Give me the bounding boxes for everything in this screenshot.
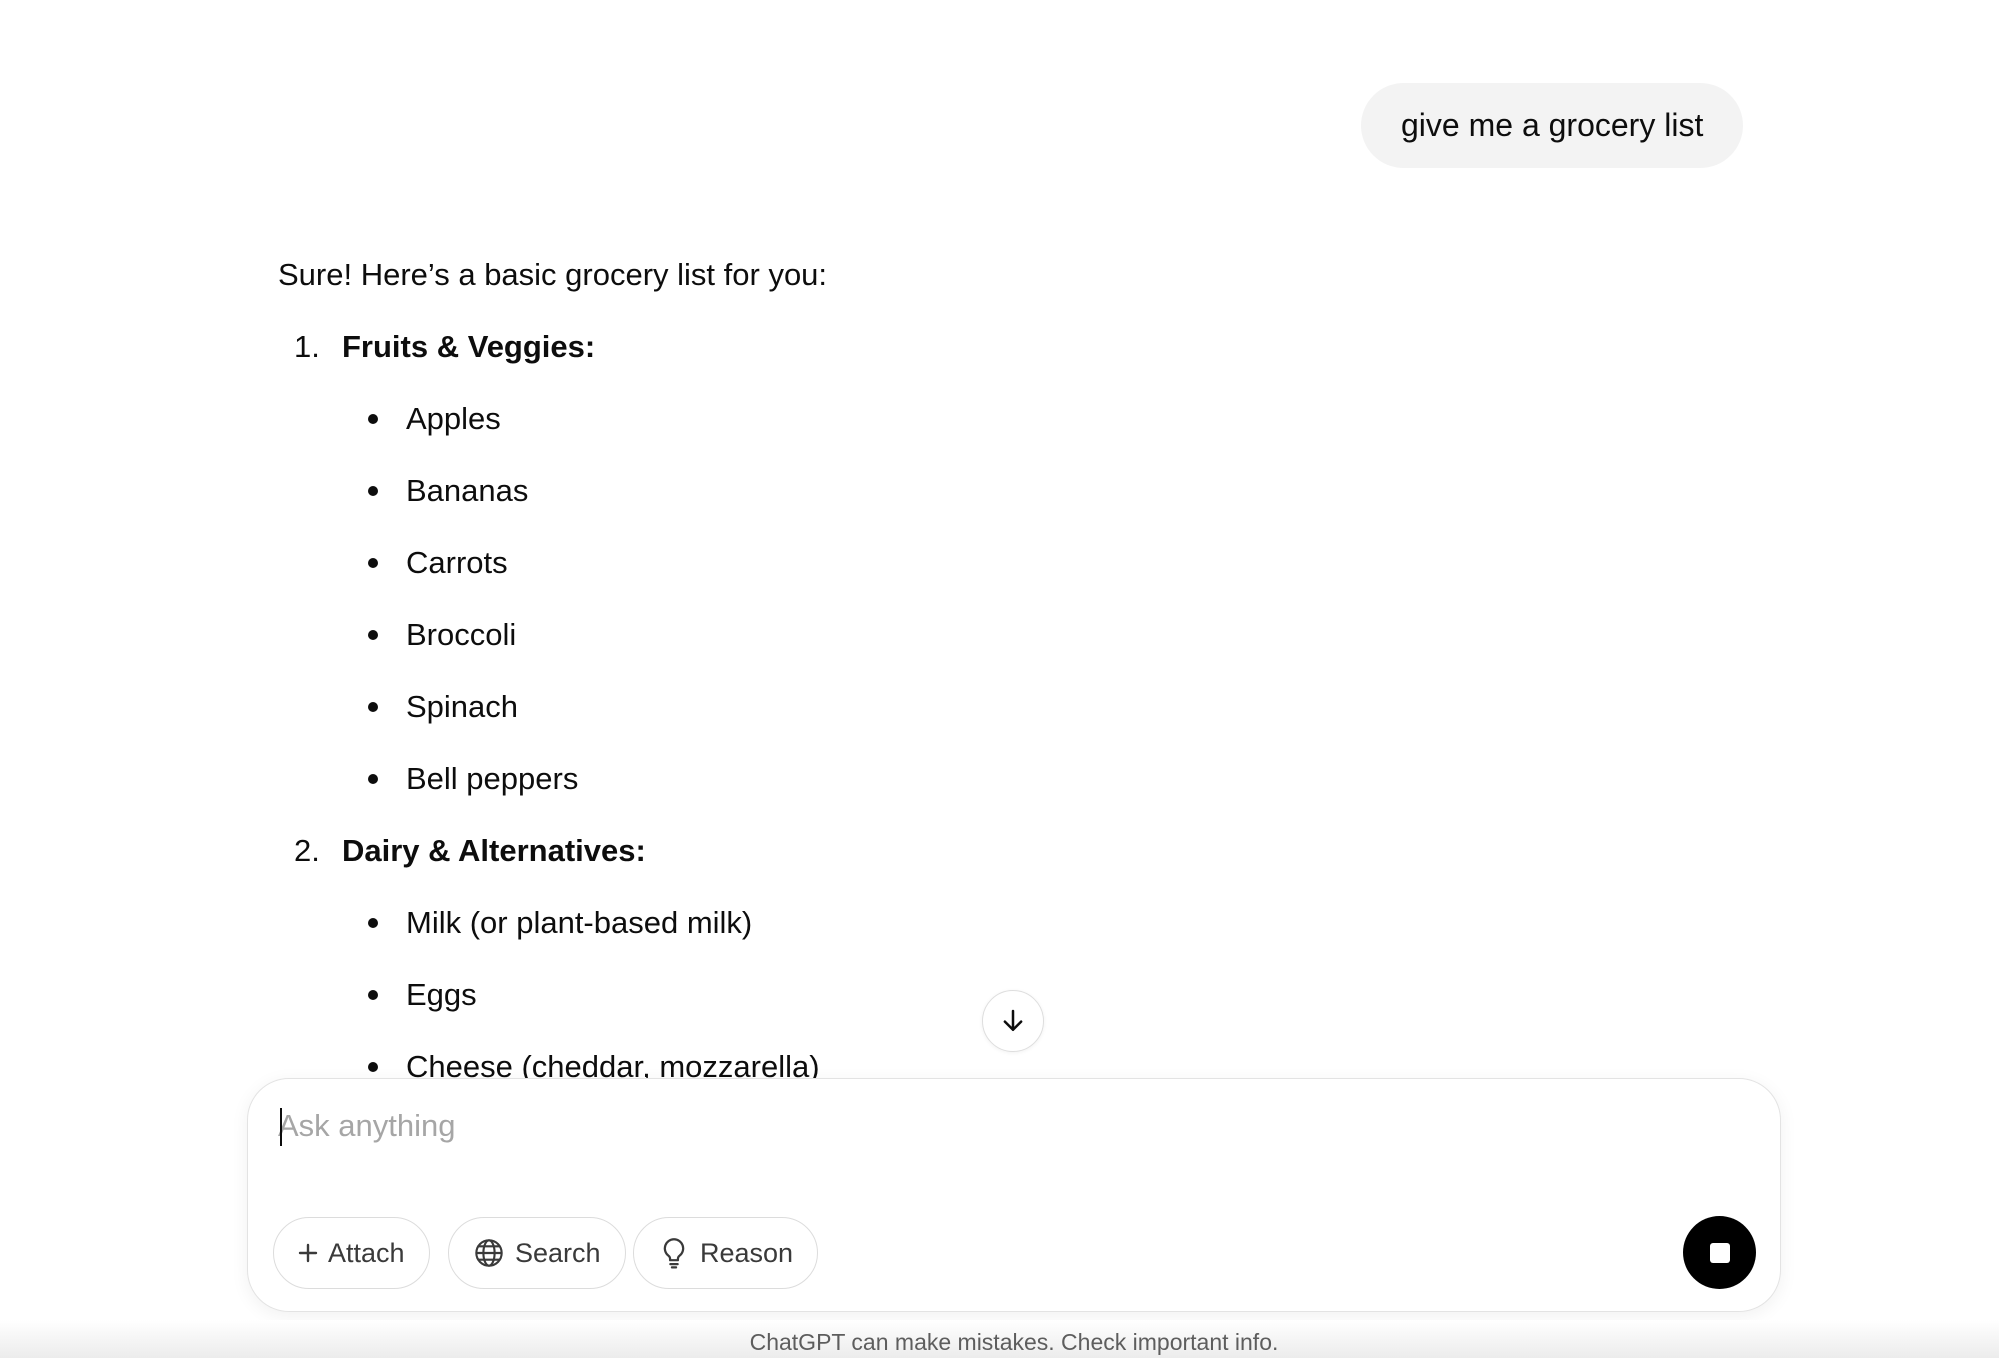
list-item-text: Broccoli: [406, 617, 517, 652]
section-number: 1.: [294, 329, 320, 364]
list-item: Bell peppers: [278, 756, 1758, 801]
section-heading: 2. Dairy & Alternatives:: [278, 828, 1758, 873]
globe-icon: [473, 1237, 505, 1269]
user-message-bubble: give me a grocery list: [1361, 83, 1744, 168]
list-item: Bananas: [278, 468, 1758, 513]
lightbulb-icon: [658, 1236, 690, 1270]
list-item-text: Spinach: [406, 689, 519, 724]
text-caret: [280, 1108, 282, 1146]
bullet-icon: [368, 630, 378, 640]
bullet-icon: [368, 486, 378, 496]
assistant-intro: Sure! Here’s a basic grocery list for yo…: [278, 257, 828, 292]
section-title: Fruits & Veggies:: [342, 329, 596, 364]
attach-label: Attach: [328, 1237, 405, 1268]
prompt-input[interactable]: [278, 1101, 1738, 1151]
search-button[interactable]: Search: [448, 1217, 626, 1289]
list-item: Milk (or plant-based milk): [278, 900, 1758, 945]
reason-button[interactable]: Reason: [633, 1217, 819, 1289]
disclaimer-text: ChatGPT can make mistakes. Check importa…: [749, 1329, 1279, 1355]
grocery-sections: 1. Fruits & Veggies: Apples Bananas Carr…: [278, 324, 1758, 1089]
bullet-icon: [368, 918, 378, 928]
list-item-text: Bell peppers: [406, 761, 579, 796]
list-item-text: Apples: [406, 401, 501, 436]
section-fruits-veggies: 1. Fruits & Veggies: Apples Bananas Carr…: [278, 324, 1758, 801]
list-item-text: Bananas: [406, 473, 529, 508]
section-heading: 1. Fruits & Veggies:: [278, 324, 1758, 369]
attach-button[interactable]: Attach: [273, 1217, 430, 1289]
bullet-icon: [368, 414, 378, 424]
reason-label: Reason: [700, 1237, 794, 1268]
bullet-icon: [368, 774, 378, 784]
plus-icon: [298, 1243, 318, 1263]
list-item-text: Eggs: [406, 977, 477, 1012]
user-message-text: give me a grocery list: [1401, 107, 1704, 143]
composer: Attach Search Reason: [247, 1078, 1781, 1312]
bullet-icon: [368, 990, 378, 1000]
list-item: Spinach: [278, 684, 1758, 729]
arrow-down-icon: [1003, 1009, 1023, 1031]
stop-generating-button[interactable]: [1683, 1216, 1756, 1289]
list-item: Apples: [278, 396, 1758, 441]
list-item-text: Carrots: [406, 545, 508, 580]
scroll-to-bottom-button[interactable]: [982, 990, 1044, 1052]
bullet-icon: [368, 702, 378, 712]
search-label: Search: [515, 1237, 601, 1268]
list-item: Carrots: [278, 540, 1758, 585]
bullet-icon: [368, 1062, 378, 1072]
section-title: Dairy & Alternatives:: [342, 833, 646, 868]
bullet-icon: [368, 558, 378, 568]
chat-page: give me a grocery list Sure! Here’s a ba…: [0, 0, 1999, 1358]
assistant-message: Sure! Here’s a basic grocery list for yo…: [278, 252, 1758, 1116]
list-item: Broccoli: [278, 612, 1758, 657]
list-item-text: Milk (or plant-based milk): [406, 905, 753, 940]
stop-icon: [1709, 1242, 1730, 1263]
section-items: Apples Bananas Carrots Broccoli Spinach …: [278, 396, 1758, 801]
section-number: 2.: [294, 833, 320, 868]
